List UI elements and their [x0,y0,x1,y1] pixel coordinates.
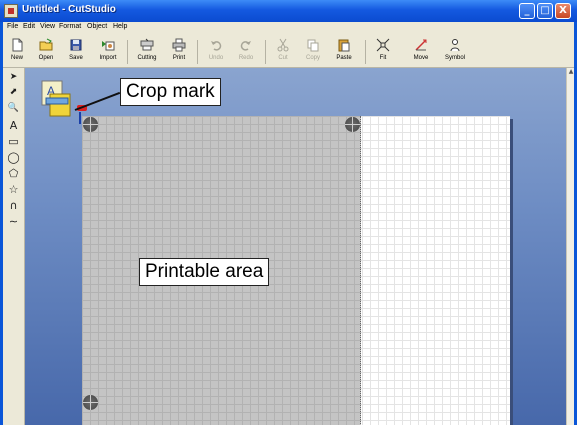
menu-view[interactable]: View [40,23,55,30]
toolbar-separator [265,40,266,64]
scissors-icon [277,38,289,52]
symbol-label: Symbol [444,55,465,61]
crop-mark-top-left[interactable] [83,117,98,132]
toolbar-separator [127,40,128,64]
import-button[interactable]: Import [94,37,122,67]
move-label: Move [413,55,429,61]
open-button[interactable]: Open [33,37,59,67]
select-arrow-icon[interactable]: ➤ [5,70,22,85]
copy-button[interactable]: Copy [300,37,326,67]
scroll-up-icon[interactable]: ▲ [567,68,575,78]
print-label: Print [172,55,186,61]
tool-palette: ➤ ⬈ 🔍 A ▭ ◯ ⬠ ☆ ∩ ∼ [3,68,25,425]
cutting-label: Cutting [137,55,157,61]
copy-icon [307,39,319,52]
app-logo-icon [4,4,18,18]
minimize-button[interactable]: _ [519,3,535,19]
new-label: New [10,55,23,61]
main-toolbar: New Open Save Import Cutting Print Undo … [3,36,574,68]
maximize-button[interactable]: □ [537,3,553,19]
import-label: Import [99,55,117,61]
paste-button[interactable]: Paste [331,37,357,67]
app-window: Untitled - CutStudio _ □ X File Edit Vie… [0,0,577,425]
printable-area-callout: Printable area [139,258,270,286]
freehand-tool-icon[interactable]: ∼ [5,214,22,229]
window-title: Untitled - CutStudio [22,4,116,15]
new-button[interactable]: New [5,37,29,67]
menu-object[interactable]: Object [87,23,107,30]
fit-label: Fit [379,55,387,61]
redo-label: Redo [238,55,254,61]
cutting-button[interactable]: Cutting [131,37,163,67]
move-button[interactable]: Move [407,37,435,67]
menu-format[interactable]: Format [59,23,81,30]
save-disk-icon [70,39,82,51]
crop-mark-bottom-left[interactable] [83,395,98,410]
fit-button[interactable]: Fit [371,37,395,67]
text-tool-icon[interactable]: A [5,118,22,133]
paste-icon [338,39,350,52]
paste-label: Paste [336,55,352,61]
curve-tool-icon[interactable]: ∩ [5,198,22,213]
callout-leader-line [74,91,121,111]
undo-label: Undo [208,55,224,61]
menu-file[interactable]: File [7,23,18,30]
printer-icon [172,38,186,52]
redo-icon [240,41,251,51]
menu-help[interactable]: Help [113,23,127,30]
star-tool-icon[interactable]: ☆ [5,182,22,197]
undo-button[interactable]: Undo [203,37,229,67]
zoom-icon[interactable]: 🔍 [5,101,22,116]
document-origin-icon: A [41,80,71,117]
fit-icon [376,38,390,52]
ellipse-tool-icon[interactable]: ◯ [5,150,22,165]
title-bar[interactable]: Untitled - CutStudio _ □ X [0,0,577,22]
move-icon [415,39,427,51]
import-icon [102,41,115,51]
undo-icon [211,41,222,51]
new-document-icon [12,38,23,52]
save-label: Save [69,55,83,61]
symbol-button[interactable]: Symbol [440,37,470,67]
copy-label: Copy [305,55,320,61]
cut-label: Cut [278,55,288,61]
save-button[interactable]: Save [63,37,89,67]
symbol-icon [450,39,460,52]
print-button[interactable]: Print [166,37,192,67]
rectangle-tool-icon[interactable]: ▭ [5,134,22,149]
crop-mark-top-right[interactable] [345,117,360,132]
node-select-icon[interactable]: ⬈ [5,85,22,100]
crop-mark-callout: Crop mark [120,78,221,106]
redo-button[interactable]: Redo [233,37,259,67]
menu-edit[interactable]: Edit [23,23,35,30]
open-label: Open [38,55,54,61]
open-folder-icon [39,38,53,51]
close-button[interactable]: X [555,3,571,19]
origin-arrow-icon [79,112,81,124]
cut-button[interactable]: Cut [271,37,295,67]
toolbar-separator [197,40,198,64]
polygon-tool-icon[interactable]: ⬠ [5,166,22,181]
cutting-icon [140,38,154,51]
menu-bar: File Edit View Format Object Help [3,22,574,36]
toolbar-separator [365,40,366,64]
drawing-canvas[interactable]: A Crop mark Printable area [25,68,566,425]
vertical-scrollbar[interactable]: ▲ [566,68,574,425]
